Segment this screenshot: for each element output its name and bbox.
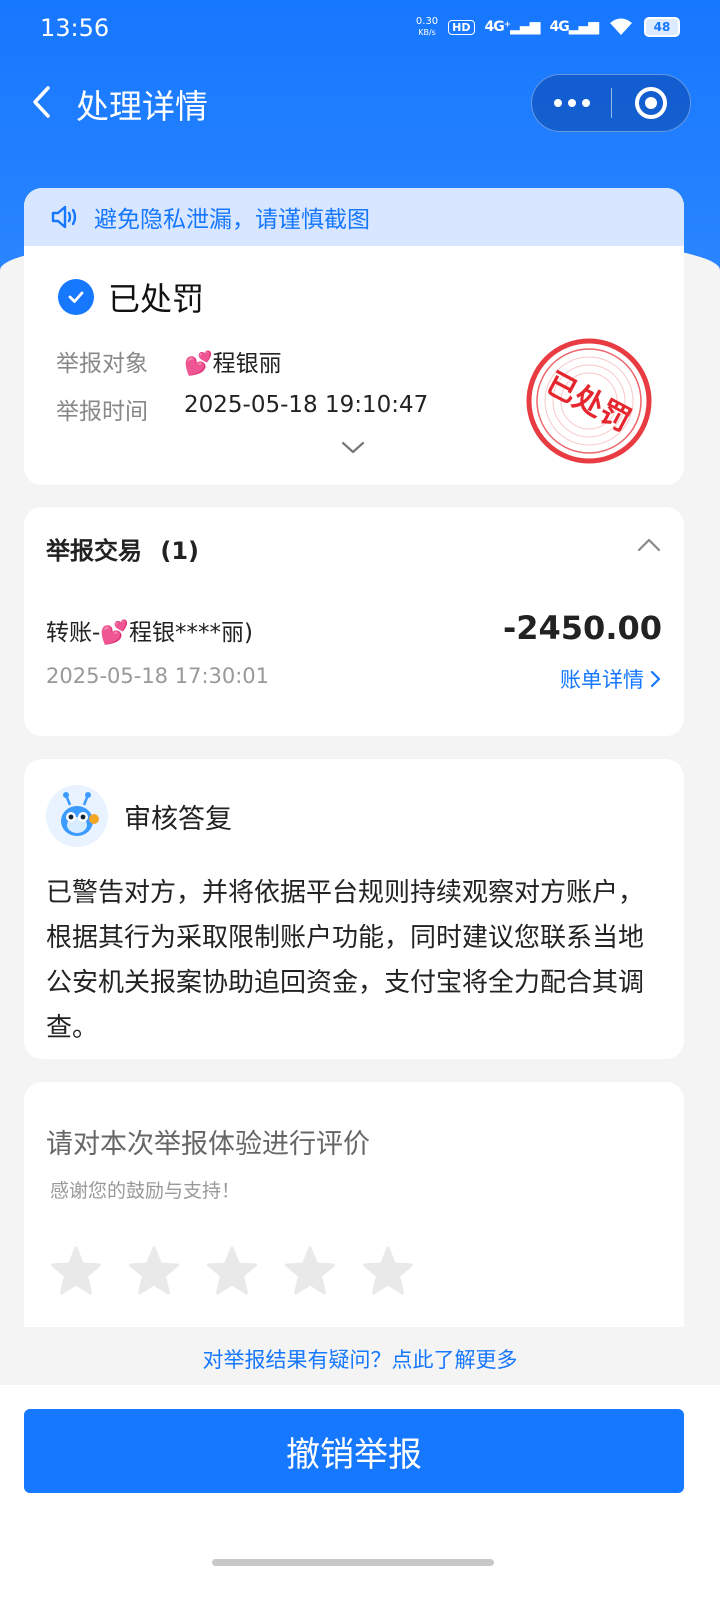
status-bar: 13:56 0.30 KB/s HD 4G⁺▂▄▆ 4G▂▄▆ 48 bbox=[0, 0, 720, 58]
trade-name: 转账-💕程银****丽) bbox=[46, 613, 253, 647]
trade-count: (1) bbox=[160, 537, 199, 565]
trade-amount: -2450.00 bbox=[502, 609, 662, 647]
heart-emoji-icon: 💕 bbox=[184, 351, 213, 377]
more-button[interactable] bbox=[532, 74, 611, 132]
result-status-title: 已处罚 bbox=[108, 280, 205, 318]
rating-title: 请对本次举报体验进行评价 bbox=[46, 1129, 370, 1160]
rating-subtitle: 感谢您的鼓励与支持！ bbox=[50, 1180, 241, 1202]
close-mini-program-button[interactable] bbox=[612, 74, 690, 132]
review-reply-text: 已警告对方，并将依据平台规则持续观察对方账户，根据其行为采取限制账户功能，同时建… bbox=[46, 878, 645, 1043]
status-time: 13:56 bbox=[40, 14, 110, 42]
result-status: 已处罚 bbox=[58, 274, 204, 320]
rating-card: 请对本次举报体验进行评价 感谢您的鼓励与支持！ bbox=[24, 1082, 684, 1327]
more-dot-icon bbox=[581, 99, 590, 107]
privacy-notice: 避免隐私泄漏，请谨慎截图 bbox=[24, 188, 684, 246]
trade-time: 2025-05-18 17:30:01 bbox=[46, 664, 270, 688]
chevron-up-icon[interactable] bbox=[636, 537, 662, 553]
network-speed-unit: KB/s bbox=[418, 28, 436, 37]
faq-link[interactable]: 对举报结果有疑问？点此了解更多 bbox=[0, 1344, 720, 1374]
target-ring-icon bbox=[634, 87, 667, 119]
heart-emoji-icon: 💕 bbox=[100, 620, 129, 646]
star-icon[interactable] bbox=[204, 1244, 260, 1300]
signal-4g-plus-label: 4G⁺ bbox=[484, 19, 512, 35]
star-icon[interactable] bbox=[48, 1244, 104, 1300]
chevron-right-icon bbox=[650, 670, 661, 688]
report-target-row: 举报对象 💕程银丽 bbox=[56, 344, 282, 378]
trade-title-text: 举报交易 bbox=[46, 537, 142, 565]
nav-bar: 处理详情 bbox=[0, 70, 720, 134]
more-dot-icon bbox=[567, 99, 576, 107]
bill-detail-link[interactable]: 账单详情 bbox=[560, 664, 662, 694]
battery-icon: 48 bbox=[644, 17, 680, 37]
signal-4g-label: 4G bbox=[549, 19, 569, 35]
review-reply-card: 审核答复 已警告对方，并将依据平台规则持续观察对方账户，根据其行为采取限制账户功… bbox=[24, 759, 684, 1059]
star-icon[interactable] bbox=[126, 1244, 182, 1300]
network-speed: 0.30 KB/s bbox=[416, 16, 438, 38]
status-icons: 0.30 KB/s HD 4G⁺▂▄▆ 4G▂▄▆ 48 bbox=[416, 16, 680, 38]
mini-program-capsule bbox=[531, 74, 691, 132]
cancel-report-button[interactable]: 撤销举报 bbox=[24, 1409, 684, 1493]
battery-level: 48 bbox=[653, 20, 671, 34]
bill-detail-label: 账单详情 bbox=[560, 668, 644, 692]
punished-stamp: 已处罚 bbox=[526, 338, 652, 464]
page-title: 处理详情 bbox=[76, 87, 208, 126]
hd-icon: HD bbox=[448, 19, 475, 35]
bottom-action-bar: 撤销举报 bbox=[0, 1385, 720, 1600]
reported-trade-card: 举报交易 (1) 转账-💕程银****丽) -2450.00 2025-05-1… bbox=[24, 507, 684, 736]
speaker-icon bbox=[51, 205, 77, 229]
review-reply-title: 审核答复 bbox=[124, 804, 232, 835]
trade-name-suffix: 程银****丽) bbox=[128, 620, 253, 646]
signal-4g-icon: 4G▂▄▆ bbox=[549, 19, 599, 35]
back-arrow-icon[interactable] bbox=[26, 84, 62, 120]
report-target-label: 举报对象 bbox=[56, 351, 148, 377]
report-target-value: 💕程银丽 bbox=[184, 344, 282, 378]
report-time-label: 举报时间 bbox=[56, 399, 148, 425]
trade-name-prefix: 转账- bbox=[46, 620, 101, 646]
report-time-row: 举报时间 2025-05-18 19:10:47 bbox=[56, 392, 428, 426]
result-card: 避免隐私泄漏，请谨慎截图 已处罚 举报对象 💕程银丽 举报时间 2025-05-… bbox=[24, 188, 684, 485]
chevron-down-icon[interactable] bbox=[340, 440, 366, 456]
trade-section-title: 举报交易 (1) bbox=[46, 531, 199, 566]
more-dot-icon bbox=[553, 99, 562, 107]
star-icon[interactable] bbox=[282, 1244, 338, 1300]
network-speed-value: 0.30 bbox=[415, 16, 439, 27]
wifi-icon bbox=[610, 18, 632, 35]
rating-stars bbox=[48, 1244, 416, 1300]
report-target-name: 程银丽 bbox=[212, 351, 282, 377]
privacy-notice-text: 避免隐私泄漏，请谨慎截图 bbox=[94, 207, 370, 233]
ant-mascot-avatar bbox=[46, 785, 108, 847]
check-icon bbox=[58, 279, 94, 315]
signal-4g-plus-icon: 4G⁺▂▄▆ bbox=[484, 19, 541, 35]
home-indicator[interactable] bbox=[212, 1559, 494, 1566]
star-icon[interactable] bbox=[360, 1244, 416, 1300]
report-time-value: 2025-05-18 19:10:47 bbox=[184, 392, 429, 418]
